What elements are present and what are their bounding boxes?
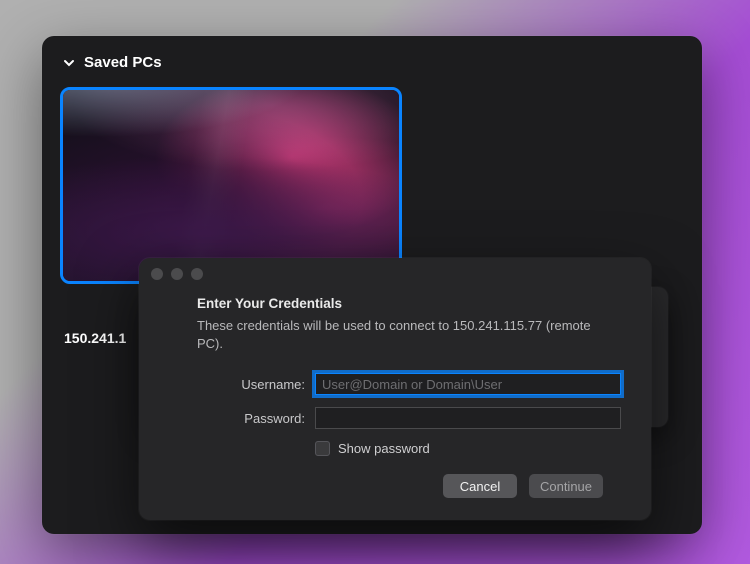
section-title: Saved PCs <box>84 54 162 71</box>
show-password-checkbox[interactable] <box>315 441 330 456</box>
dialog-actions: Cancel Continue <box>197 474 621 498</box>
credentials-dialog: Enter Your Credentials These credentials… <box>139 258 651 520</box>
username-label: Username: <box>197 377 305 392</box>
dialog-body: Enter Your Credentials These credentials… <box>139 284 651 512</box>
password-input[interactable] <box>315 407 621 429</box>
pc-card[interactable] <box>60 87 402 284</box>
cancel-button[interactable]: Cancel <box>443 474 517 498</box>
password-label: Password: <box>197 411 305 426</box>
minimize-icon[interactable] <box>171 268 183 280</box>
close-icon[interactable] <box>151 268 163 280</box>
username-input[interactable] <box>315 373 621 395</box>
zoom-icon[interactable] <box>191 268 203 280</box>
password-row: Password: <box>197 407 621 429</box>
dialog-description: These credentials will be used to connec… <box>197 317 617 353</box>
pc-thumbnail <box>63 90 399 281</box>
chevron-down-icon <box>62 56 76 70</box>
show-password-row: Show password <box>315 441 621 456</box>
show-password-label: Show password <box>338 441 430 456</box>
window-controls <box>139 258 651 284</box>
username-row: Username: <box>197 373 621 395</box>
continue-button[interactable]: Continue <box>529 474 603 498</box>
pc-label: 150.241.1 <box>60 330 126 346</box>
saved-pcs-header[interactable]: Saved PCs <box>42 36 702 75</box>
dialog-title: Enter Your Credentials <box>197 296 621 311</box>
